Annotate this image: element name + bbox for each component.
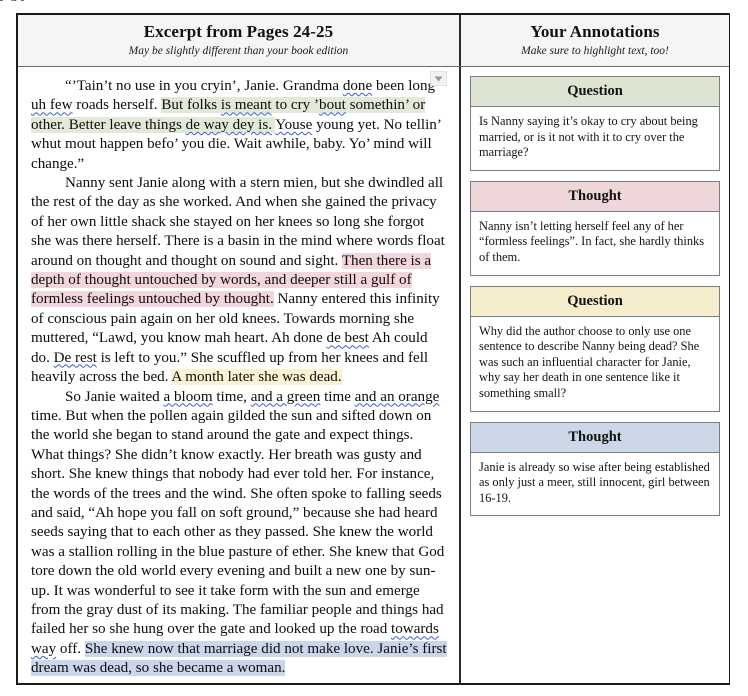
annotation-card-body[interactable]: Nanny isn’t letting herself feel any of … bbox=[471, 212, 719, 275]
annotations-column-title: Your Annotations bbox=[530, 22, 660, 41]
highlight-green: de way dey is. bbox=[185, 116, 273, 133]
misspelled-text: done bbox=[342, 78, 373, 94]
highlight-yellow: A month later she was dead. bbox=[171, 369, 342, 386]
annotation-card[interactable]: Question Why did the author choose to onl… bbox=[470, 285, 720, 412]
clipped-top-text: y g y bbox=[0, 0, 748, 11]
excerpt-run: off. bbox=[56, 640, 85, 657]
header-cell-annotations: Your Annotations Make sure to highlight … bbox=[461, 15, 729, 66]
excerpt-run: roads herself. bbox=[72, 97, 162, 114]
annotation-card-title: Question bbox=[471, 286, 719, 317]
excerpt-paragraph: So Janie waited a bloom time, and a gree… bbox=[31, 388, 447, 679]
annotation-card[interactable]: Thought Nanny isn’t letting herself feel … bbox=[470, 180, 720, 276]
misspelled-text: and a green bbox=[250, 388, 321, 405]
excerpt-column-title: Excerpt from Pages 24-25 bbox=[143, 22, 334, 41]
misspelled-text: and an orange bbox=[354, 388, 440, 405]
excerpt-column-subtitle: May be slightly different than your book… bbox=[128, 45, 349, 57]
excerpt-run: been long bbox=[372, 78, 436, 94]
excerpt-paragraph: Nanny sent Janie along with a stern mien… bbox=[31, 174, 447, 387]
highlight-green: But folks bbox=[161, 97, 221, 114]
excerpt-paragraph: “’Tain’t no use in you cryin’, Janie. Gr… bbox=[31, 77, 447, 174]
excerpt-text: “’Tain’t no use in you cryin’, Janie. Gr… bbox=[31, 77, 447, 679]
annotations-list: Question Is Nanny saying it’s okay to cry… bbox=[461, 67, 729, 683]
excerpt-cell: “’Tain’t no use in you cryin’, Janie. Gr… bbox=[18, 67, 461, 683]
misspelled-text: uh few bbox=[31, 97, 73, 114]
annotation-card[interactable]: Thought Janie is already so wise after be… bbox=[470, 421, 720, 517]
annotation-card-title: Thought bbox=[471, 181, 719, 212]
excerpt-run: time bbox=[320, 388, 355, 405]
table-header-row: Excerpt from Pages 24-25 May be slightly… bbox=[18, 15, 729, 67]
highlight-green: bout bbox=[319, 97, 346, 114]
annotation-card-body[interactable]: Janie is already so wise after being est… bbox=[471, 453, 719, 516]
annotations-column-subtitle: Make sure to highlight text, too! bbox=[521, 45, 669, 57]
excerpt-run: “’Tain’t no use in you cryin’, Janie. Gr… bbox=[65, 78, 343, 94]
excerpt-run: time. But when the pollen again gilded t… bbox=[31, 407, 445, 638]
excerpt-run: So Janie waited bbox=[65, 388, 164, 405]
chevron-down-icon[interactable] bbox=[430, 71, 447, 86]
excerpt-run: time, bbox=[212, 388, 251, 405]
misspelled-text: Youse bbox=[275, 116, 313, 133]
header-cell-excerpt: Excerpt from Pages 24-25 May be slightly… bbox=[18, 15, 461, 66]
highlight-green: to cry ’ bbox=[271, 97, 320, 114]
annotation-card[interactable]: Question Is Nanny saying it’s okay to cry… bbox=[470, 76, 720, 171]
annotation-card-body[interactable]: Is Nanny saying it’s okay to cry about b… bbox=[471, 107, 719, 170]
misspelled-text: de best bbox=[326, 330, 369, 347]
highlight-blue: She knew now that marriage did not make … bbox=[31, 640, 447, 677]
annotation-card-title: Question bbox=[471, 77, 719, 107]
misspelled-text: De rest bbox=[53, 349, 97, 366]
misspelled-text: a bloom bbox=[163, 388, 213, 405]
highlight-green: is meant bbox=[220, 97, 272, 114]
table-body-row: “’Tain’t no use in you cryin’, Janie. Gr… bbox=[18, 67, 729, 683]
worksheet-table: Excerpt from Pages 24-25 May be slightly… bbox=[16, 13, 730, 685]
annotation-card-title: Thought bbox=[471, 422, 719, 453]
annotation-card-body[interactable]: Why did the author choose to only use on… bbox=[471, 317, 719, 411]
